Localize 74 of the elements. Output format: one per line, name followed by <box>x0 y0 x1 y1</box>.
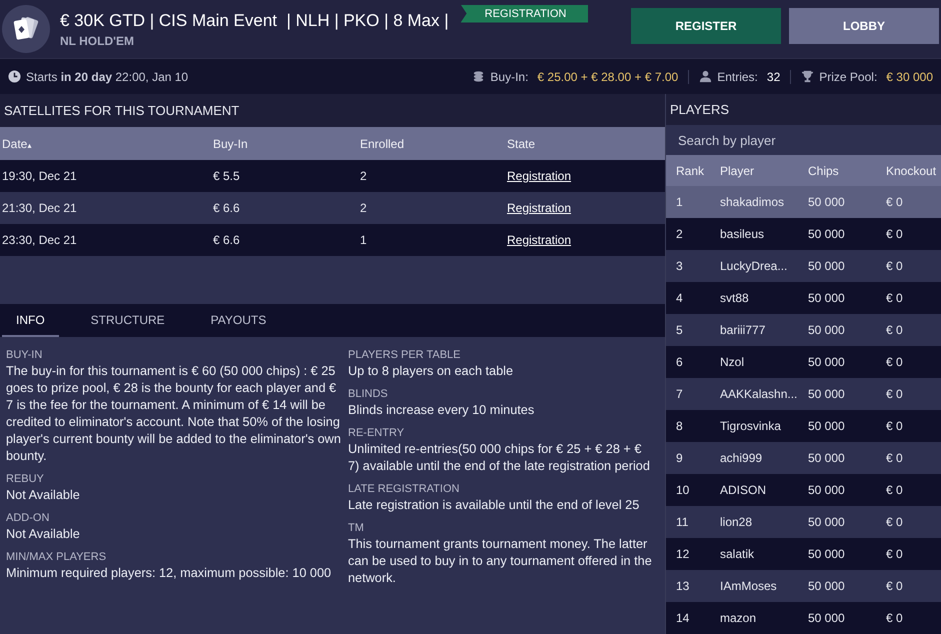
table-cell-text: € 5.5 <box>213 169 241 183</box>
table-cell-text: 19:30, Dec 21 <box>2 169 78 183</box>
entries-value: 32 <box>766 70 780 84</box>
info-heading: ADD-ON <box>6 512 50 524</box>
info-heading: BUY-IN <box>6 349 44 361</box>
player-row[interactable]: 6 Nzol 50 000 € 0 <box>666 346 941 378</box>
column-header[interactable]: Date▴ <box>2 136 213 150</box>
game-type: NL HOLD'EM <box>60 34 135 48</box>
player-row[interactable]: 7 AAKKalashn... 50 000 € 0 <box>666 378 941 410</box>
buy-in-label: Buy-In: <box>490 70 528 84</box>
buy-in-value: € 25.00 + € 28.00 + € 7.00 <box>537 70 678 84</box>
info-heading: PLAYERS PER TABLE <box>348 349 462 361</box>
player-row[interactable]: 11 lion28 50 000 € 0 <box>666 506 941 538</box>
header-button[interactable]: REGISTER <box>631 8 781 44</box>
table-cell-text: 2 <box>360 201 368 215</box>
table-cell-text: € 6.6 <box>213 233 241 247</box>
tab[interactable]: PAYOUTS <box>196 304 280 337</box>
column-header[interactable]: Buy-In <box>213 136 360 150</box>
section-title: PLAYERS <box>670 102 730 117</box>
info-text: The buy-in for this tournament is € 60 (50 000 chips) : € 25 goes to prize pool, € 28 is the bounty for each player and € 7 is the fee for the tournament. A minimum of € 14 will be credited to eliminator's account. Note that 50% of the losing player's current bounty will be added to the eliminator's own bounty. <box>6 363 342 465</box>
player-row[interactable]: 8 Tigrosvinka 50 000 € 0 <box>666 410 941 442</box>
info-heading: MIN/MAX PLAYERS <box>6 551 108 563</box>
info-text: This tournament grants tournament money. The latter can be used to buy in to any tournament offered in the network. <box>348 536 653 587</box>
player-row[interactable]: 9 achi999 50 000 € 0 <box>666 442 941 474</box>
table-cell-text: 21:30, Dec 21 <box>2 201 78 215</box>
column-header[interactable]: Chips <box>808 164 886 178</box>
info-heading: RE-ENTRY <box>348 427 406 439</box>
table-cell-text: 1 <box>360 233 368 247</box>
prize-pool-label: Prize Pool: <box>819 70 878 84</box>
clock-icon <box>8 70 21 83</box>
section-title: SATELLITES FOR THIS TOURNAMENT <box>4 103 240 118</box>
header-button[interactable]: LOBBY <box>789 8 939 44</box>
start-time: Starts in 20 day 22:00, Jan 10 <box>26 70 188 84</box>
column-header[interactable]: Knockout <box>886 164 941 178</box>
entries-label: Entries: <box>717 70 758 84</box>
info-text: Late registration is available until the end of level 25 <box>348 497 640 514</box>
info-text: Unlimited re-entries(50 000 chips for € 25 + € 28 + € 7) available until the end of the late registration period <box>348 441 651 475</box>
player-row[interactable]: 1 shakadimos 50 000 € 0 <box>666 186 941 218</box>
table-cell-text: 23:30, Dec 21 <box>2 233 78 247</box>
column-header[interactable]: Player <box>720 164 808 178</box>
tab[interactable]: STRUCTURE <box>76 304 179 337</box>
info-heading: LATE REGISTRATION <box>348 483 460 495</box>
info-heading: TM <box>348 522 365 534</box>
registration-link[interactable]: Registration <box>507 169 572 183</box>
player-row[interactable]: 14 mazon 50 000 € 0 <box>666 602 941 634</box>
table-cell-text: € 6.6 <box>213 201 241 215</box>
info-text: Not Available <box>6 487 81 504</box>
table-cell-text: 2 <box>360 169 368 183</box>
player-row[interactable]: 5 bariii777 50 000 € 0 <box>666 314 941 346</box>
player-row[interactable]: 2 basileus 50 000 € 0 <box>666 218 941 250</box>
player-row[interactable]: 12 salatik 50 000 € 0 <box>666 538 941 570</box>
info-heading: REBUY <box>6 473 45 485</box>
info-text: Not Available <box>6 526 81 543</box>
trophy-icon <box>801 70 814 83</box>
info-text: Blinds increase every 10 minutes <box>348 402 536 419</box>
playing-cards-icon <box>2 5 50 53</box>
coins-icon <box>472 70 486 83</box>
column-header[interactable]: Rank <box>676 164 720 178</box>
player-row[interactable]: 10 ADISON 50 000 € 0 <box>666 474 941 506</box>
column-header[interactable]: State <box>507 136 665 150</box>
search-field[interactable]: Search by player <box>666 124 941 156</box>
tournament-title: € 30K GTD | CIS Main Event | NLH | PKO | 8 Max | <box>60 10 449 30</box>
column-header[interactable]: Enrolled <box>360 136 507 150</box>
info-text: Minimum required players: 12, maximum possible: 10 000 <box>6 565 332 582</box>
info-heading: BLINDS <box>348 388 389 400</box>
registration-link[interactable]: Registration <box>507 233 572 247</box>
registration-badge: REGISTRATION <box>460 4 588 22</box>
player-row[interactable]: 3 LuckyDrea... 50 000 € 0 <box>666 250 941 282</box>
prize-pool-value: € 30 000 <box>886 70 933 84</box>
registration-link[interactable]: Registration <box>507 201 572 215</box>
user-icon <box>699 70 712 83</box>
player-row[interactable]: 4 svt88 50 000 € 0 <box>666 282 941 314</box>
player-row[interactable]: 13 IAmMoses 50 000 € 0 <box>666 570 941 602</box>
info-text: Up to 8 players on each table <box>348 363 514 380</box>
